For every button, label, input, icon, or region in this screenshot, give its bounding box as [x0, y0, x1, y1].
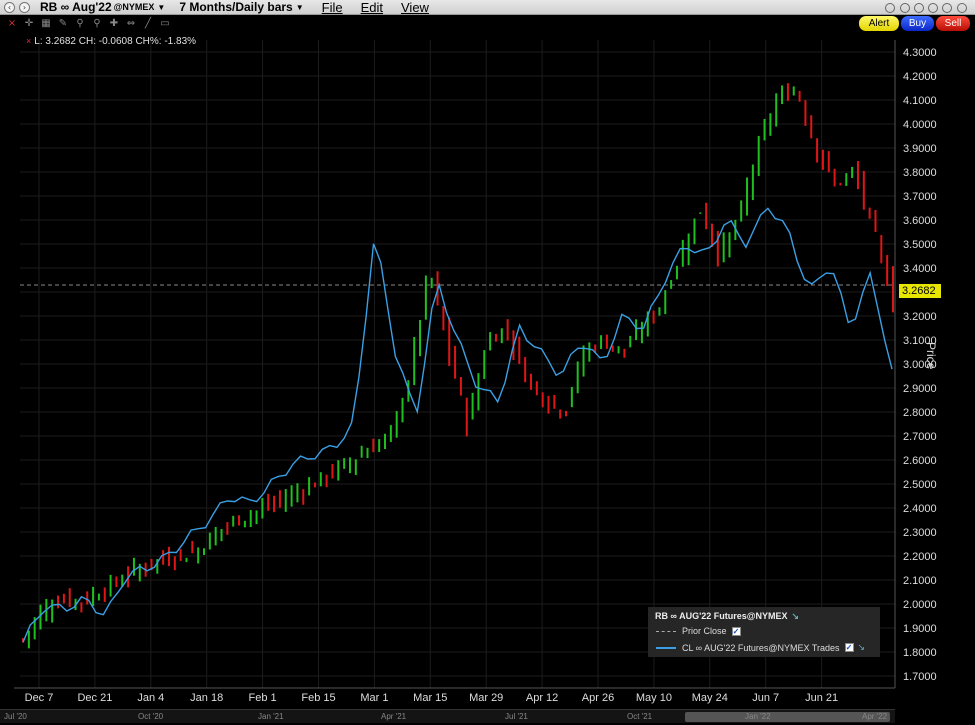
chart-legend: RB ∞ AUG'22 Futures@NYMEX ↘ Prior Close ✓…	[648, 607, 880, 657]
wrench-icon[interactable]: ↘	[792, 611, 800, 621]
legend-title-text: RB ∞ AUG'22 Futures@NYMEX	[655, 611, 788, 621]
scroll-label: Apr '21	[381, 712, 407, 721]
x-tick-label: Apr 12	[526, 692, 558, 704]
cl-series-line	[22, 207, 893, 643]
readout-text: L: 3.2682 CH: -0.0608 CH%: -1.83%	[34, 36, 197, 47]
y-tick-label: 2.4000	[903, 503, 937, 515]
x-tick-label: Mar 1	[360, 692, 388, 704]
scrollbar-thumb[interactable]	[685, 712, 890, 722]
y-tick-label: 4.0000	[903, 119, 937, 131]
y-tick-label: 3.8000	[903, 167, 937, 179]
legend-row-prior-close: Prior Close ✓	[656, 626, 741, 636]
x-tick-label: Jan 18	[190, 692, 223, 704]
ohlc-bars	[22, 83, 894, 649]
chart-window: ‹ › RB ∞ Aug'22 @NYMEX ▼ 7 Months/Daily …	[0, 0, 975, 725]
time-scrollbar[interactable]: Jul '20 Oct '20 Jan '21 Apr '21 Jul '21 …	[0, 709, 895, 723]
y-tick-label: 1.7000	[903, 671, 937, 683]
scroll-label: Oct '21	[627, 712, 653, 721]
x-tick-label: Jun 7	[752, 692, 779, 704]
y-tick-label: 2.7000	[903, 431, 937, 443]
x-tick-label: Jan 4	[137, 692, 164, 704]
scroll-label: Jul '21	[505, 712, 528, 721]
wrench-icon[interactable]: ↘	[858, 642, 866, 653]
close-readout-icon[interactable]: ×	[26, 36, 31, 46]
legend-cl-label: CL ∞ AUG'22 Futures@NYMEX Trades	[682, 642, 840, 653]
x-axis-ticks: Dec 7 Dec 21 Jan 4 Jan 18 Feb 1 Feb 15 Mar 1 Ma…	[25, 692, 838, 704]
y-tick-label: 3.9000	[903, 143, 937, 155]
y-tick-label: 4.3000	[903, 47, 937, 59]
legend-prior-close-label: Prior Close	[682, 626, 727, 636]
y-tick-label: 4.1000	[903, 95, 937, 107]
y-tick-label: 2.9000	[903, 383, 937, 395]
y-tick-label: 1.9000	[903, 623, 937, 635]
dash-line-icon	[656, 630, 676, 632]
scroll-label: Apr '22	[862, 712, 888, 721]
scroll-label: Jul '20	[4, 712, 27, 721]
x-tick-label: Apr 26	[582, 692, 614, 704]
y-tick-label: 3.7000	[903, 191, 937, 203]
x-tick-label: Feb 15	[301, 692, 335, 704]
y-tick-label: 2.0000	[903, 599, 937, 611]
y-tick-label: 3.2000	[903, 311, 937, 323]
y-tick-label: 2.6000	[903, 455, 937, 467]
cl-checkbox[interactable]: ✓	[844, 643, 854, 652]
y-tick-label: 1.8000	[903, 647, 937, 659]
x-tick-label: Dec 21	[77, 692, 112, 704]
y-axis-title: Price	[924, 342, 938, 370]
x-tick-label: May 24	[692, 692, 728, 704]
y-tick-label: 4.2000	[903, 71, 937, 83]
x-tick-label: Mar 29	[469, 692, 503, 704]
x-tick-label: May 10	[636, 692, 672, 704]
y-tick-label: 2.5000	[903, 479, 937, 491]
legend-title: RB ∞ AUG'22 Futures@NYMEX ↘	[655, 611, 799, 622]
x-tick-label: Dec 7	[25, 692, 54, 704]
y-tick-label: 2.3000	[903, 527, 937, 539]
x-tick-label: Feb 1	[249, 692, 277, 704]
y-tick-label: 2.1000	[903, 575, 937, 587]
y-tick-label: 3.4000	[903, 263, 937, 275]
x-tick-label: Jun 21	[805, 692, 838, 704]
x-tick-label: Mar 15	[413, 692, 447, 704]
y-tick-label: 2.2000	[903, 551, 937, 563]
y-tick-label: 3.6000	[903, 215, 937, 227]
legend-row-cl: CL ∞ AUG'22 Futures@NYMEX Trades ✓ ↘	[656, 642, 865, 653]
scroll-label: Jan '22	[745, 712, 771, 721]
prior-close-checkbox[interactable]: ✓	[731, 626, 741, 636]
last-price-tag: 3.2682	[899, 284, 941, 298]
scroll-label: Oct '20	[138, 712, 164, 721]
y-tick-label: 3.5000	[903, 239, 937, 251]
ohlc-readout: × L: 3.2682 CH: -0.0608 CH%: -1.83%	[26, 36, 196, 47]
scroll-label: Jan '21	[258, 712, 284, 721]
solid-line-icon	[656, 646, 676, 649]
y-tick-label: 2.8000	[903, 407, 937, 419]
